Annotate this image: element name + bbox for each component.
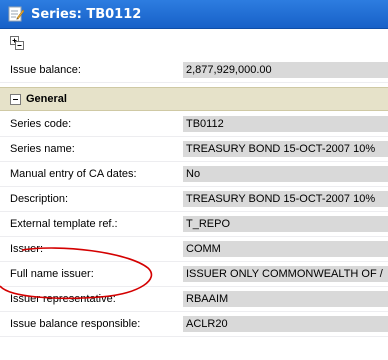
field-label: Description: bbox=[10, 193, 69, 205]
field-row-issuer-representative: Issuer representative: RBAAIM bbox=[0, 287, 388, 312]
balance-responsible-field[interactable]: ACLR20 bbox=[183, 316, 388, 332]
general-section-header[interactable]: General bbox=[0, 87, 388, 111]
field-label: Issue balance responsible: bbox=[10, 318, 141, 330]
field-label: External template ref.: bbox=[10, 218, 118, 230]
field-row-full-name-issuer: Full name issuer: ISSUER ONLY COMMONWEAL… bbox=[0, 262, 388, 287]
series-name-field[interactable]: TREASURY BOND 15-OCT-2007 10% bbox=[183, 141, 388, 157]
collapse-icon[interactable] bbox=[10, 93, 21, 105]
series-code-field[interactable]: TB0112 bbox=[183, 116, 388, 132]
field-row-series-code: Series code: TB0112 bbox=[0, 112, 388, 137]
issuer-field[interactable]: COMM bbox=[183, 241, 388, 257]
expand-all-icon[interactable] bbox=[10, 36, 24, 50]
issue-balance-label: Issue balance: bbox=[10, 64, 81, 76]
field-label: Issuer: bbox=[10, 243, 44, 255]
external-template-field[interactable]: T_REPO bbox=[183, 216, 388, 232]
issue-balance-value[interactable]: 2,877,929,000.00 bbox=[183, 62, 388, 78]
field-row-manual-ca-dates: Manual entry of CA dates: No bbox=[0, 162, 388, 187]
field-row-series-name: Series name: TREASURY BOND 15-OCT-2007 1… bbox=[0, 137, 388, 162]
description-field[interactable]: TREASURY BOND 15-OCT-2007 10% bbox=[183, 191, 388, 207]
field-row-balance-responsible: Issue balance responsible: ACLR20 bbox=[0, 312, 388, 337]
edit-document-icon bbox=[7, 5, 25, 23]
section-title: General bbox=[26, 93, 67, 105]
field-label: Issuer representative: bbox=[10, 293, 116, 305]
window-title: Series: TB0112 bbox=[31, 6, 142, 22]
field-row-external-template: External template ref.: T_REPO bbox=[0, 212, 388, 237]
field-label: Manual entry of CA dates: bbox=[10, 168, 137, 180]
field-label: Full name issuer: bbox=[10, 268, 94, 280]
field-label: Series name: bbox=[10, 143, 75, 155]
field-label: Series code: bbox=[10, 118, 72, 130]
full-name-issuer-field[interactable]: ISSUER ONLY COMMONWEALTH OF / bbox=[183, 266, 388, 282]
issuer-representative-field[interactable]: RBAAIM bbox=[183, 291, 388, 307]
issue-balance-row: Issue balance: 2,877,929,000.00 bbox=[0, 58, 388, 83]
field-row-description: Description: TREASURY BOND 15-OCT-2007 1… bbox=[0, 187, 388, 212]
toolbar bbox=[0, 29, 388, 57]
field-row-issuer: Issuer: COMM bbox=[0, 237, 388, 262]
manual-ca-dates-field[interactable]: No bbox=[183, 166, 388, 182]
window-titlebar: Series: TB0112 bbox=[0, 0, 388, 29]
